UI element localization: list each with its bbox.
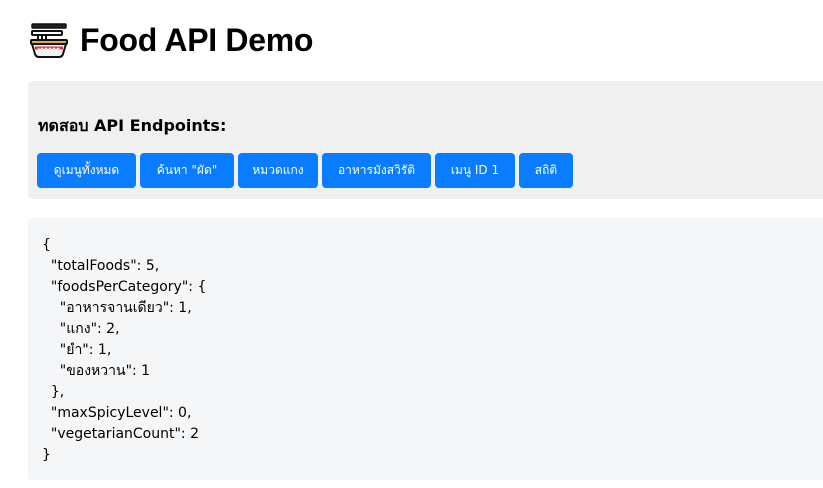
view-all-menu-button[interactable]: ดูเมนูทั้งหมด xyxy=(37,153,136,188)
noodle-bowl-icon xyxy=(30,23,68,58)
panel-heading: ทดสอบ API Endpoints: xyxy=(38,116,227,135)
vegetarian-food-button[interactable]: อาหารมังสวิรัติ xyxy=(322,153,431,188)
page-header: Food API Demo xyxy=(28,20,313,60)
curry-category-button[interactable]: หมวดแกง xyxy=(238,153,318,188)
api-test-panel: ทดสอบ API Endpoints: ดูเมนูทั้งหมด ค้นหา… xyxy=(28,81,823,199)
page-title: Food API Demo xyxy=(80,22,314,58)
menu-id-1-button[interactable]: เมนู ID 1 xyxy=(435,153,515,188)
statistics-button[interactable]: สถิติ xyxy=(519,153,573,188)
json-result-output: { "totalFoods": 5, "foodsPerCategory": {… xyxy=(42,237,207,463)
result-panel: { "totalFoods": 5, "foodsPerCategory": {… xyxy=(28,218,823,480)
search-phat-button[interactable]: ค้นหา "ผัด" xyxy=(140,153,234,188)
endpoint-button-row: ดูเมนูทั้งหมด ค้นหา "ผัด" หมวดแกง อาหารม… xyxy=(37,153,577,188)
